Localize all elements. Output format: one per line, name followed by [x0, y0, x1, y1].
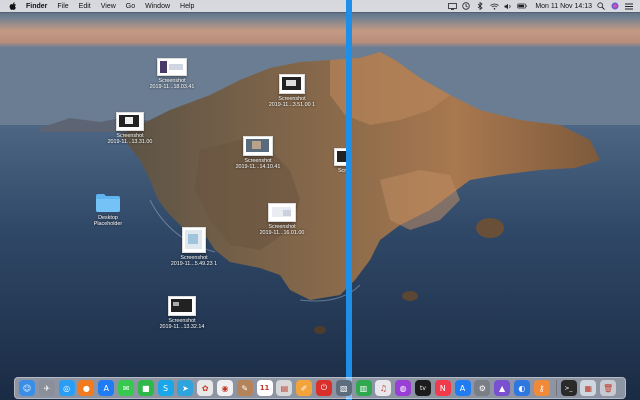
desktop-file-screenshot-3[interactable]: Screenshot 2019-11...3.51.00 1	[262, 74, 322, 108]
menu-clock[interactable]: Mon 11 Nov 14:13	[535, 3, 592, 10]
photos-icon[interactable]: ✿	[197, 380, 214, 396]
desktop-file-label: Screenshot 2019-11...18.03.41	[149, 78, 195, 91]
desktop-file-label: Desktop Placeholder	[93, 215, 123, 228]
facetime-icon[interactable]: ■	[137, 380, 154, 396]
desktop-file-screenshot-1[interactable]: Screenshot 2019-11...18.03.41	[142, 58, 202, 90]
desktop-file-screenshot-7[interactable]: Screenshot 2019-11...5.49.23 1	[164, 227, 224, 267]
desktop-file-screenshot-2[interactable]: Screenshot 2019-11...13.31.00	[100, 112, 160, 145]
desktop-file-label: Screenshot 2019-11...13.31.00	[107, 133, 153, 146]
search-icon[interactable]	[596, 1, 606, 11]
time-machine-icon[interactable]	[461, 1, 471, 11]
battery-icon[interactable]	[517, 1, 527, 11]
folder-icon	[96, 194, 120, 212]
keychain-icon[interactable]: ⚷	[533, 380, 550, 396]
apple-icon[interactable]	[8, 1, 18, 11]
menu-view[interactable]: View	[101, 3, 116, 10]
desktop-file-label: Screenshot 2019-11...14.10.41	[235, 158, 281, 171]
app-store-2-icon[interactable]: A	[454, 380, 471, 396]
system-preferences-icon[interactable]: ⚙	[474, 380, 491, 396]
siri-icon[interactable]	[610, 1, 620, 11]
menu-extras: Mon 11 Nov 14:13	[443, 1, 634, 11]
bluetooth-icon[interactable]	[475, 1, 485, 11]
screenshot-thumbnail	[243, 136, 273, 156]
screenshot-thumbnail	[268, 203, 296, 222]
desktop-file-screenshot-8[interactable]: Screenshot 2019-11...13.32.14	[152, 296, 212, 330]
safari-icon[interactable]: ◎	[58, 380, 75, 396]
finder-icon[interactable]: ☺	[19, 380, 35, 396]
desktop-folder-placeholder[interactable]: Desktop Placeholder	[78, 193, 138, 227]
desktop-file-screenshot-5[interactable]: Screenshot 2019-11...16.01.00	[252, 203, 312, 236]
desktop-file-label: Screenshot 2019-11...3.51.00 1	[268, 96, 316, 109]
power-icon[interactable]: ⏻	[315, 380, 332, 396]
chrome-icon[interactable]: ◉	[216, 380, 233, 396]
dock: ☺ ✈ ◎ ● A ✉ ■ S ➤ ✿ ◉ ✎ 11 ▤ ✐ ⏻ ▧ ▥ ♫ ◍ tv N A ⚙ ▲ ◐ ⚷ >_ ▦ 🗑	[14, 377, 626, 399]
desktop-file-label: Scr	[337, 168, 347, 174]
menu-window[interactable]: Window	[145, 3, 170, 10]
screenshot-thumbnail	[182, 227, 206, 253]
files-icon[interactable]: ▤	[276, 380, 293, 396]
screenshot-thumbnail	[168, 296, 196, 316]
screen-recorder-icon[interactable]: ◐	[513, 380, 530, 396]
desktop-file-label: Screenshot 2019-11...16.01.00	[259, 224, 305, 237]
menu-finder[interactable]: Finder	[26, 3, 47, 10]
app-store-icon[interactable]: A	[98, 380, 115, 396]
terminal-icon[interactable]: >_	[560, 380, 577, 396]
apple-tv-icon[interactable]: tv	[414, 380, 431, 396]
documents-folder-icon[interactable]: ▦	[580, 380, 597, 396]
calendar-icon[interactable]: 11	[256, 380, 273, 396]
list-icon[interactable]	[624, 1, 634, 11]
desktop-file-label: Screenshot 2019-11...5.49.23 1	[170, 255, 218, 268]
pages-icon[interactable]: ✐	[296, 380, 313, 396]
affinity-icon[interactable]: ▲	[494, 380, 511, 396]
wifi-icon[interactable]	[489, 1, 499, 11]
menu-file[interactable]: File	[57, 3, 68, 10]
screenshot-thumbnail	[279, 74, 305, 94]
menu-edit[interactable]: Edit	[79, 3, 91, 10]
desktop-file-screenshot-4[interactable]: Screenshot 2019-11...14.10.41	[228, 136, 288, 170]
numbers-icon[interactable]: ▥	[355, 380, 372, 396]
screenshot-thumbnail	[157, 58, 187, 76]
split-divider	[346, 0, 352, 400]
notes-icon[interactable]: ✎	[236, 380, 253, 396]
itunes-icon[interactable]: ♫	[375, 380, 392, 396]
news-icon[interactable]: N	[434, 380, 451, 396]
preview-icon[interactable]: ▧	[335, 380, 352, 396]
skype-icon[interactable]: S	[157, 380, 174, 396]
trash-icon[interactable]: 🗑	[600, 380, 617, 396]
podcasts-icon[interactable]: ◍	[395, 380, 412, 396]
messages-icon[interactable]: ✉	[117, 380, 134, 396]
launchpad-icon[interactable]: ✈	[38, 380, 55, 396]
desktop-file-label: Screenshot 2019-11...13.32.14	[159, 318, 205, 331]
telegram-icon[interactable]: ➤	[177, 380, 194, 396]
firefox-icon[interactable]: ●	[78, 380, 95, 396]
menu-bar: Finder File Edit View Go Window Help Mon…	[0, 0, 640, 12]
dock-separator	[555, 380, 557, 396]
menu-help[interactable]: Help	[180, 3, 194, 10]
screenshot-thumbnail	[116, 112, 144, 131]
display-icon[interactable]	[447, 1, 457, 11]
menu-go[interactable]: Go	[126, 3, 135, 10]
volume-icon[interactable]	[503, 1, 513, 11]
